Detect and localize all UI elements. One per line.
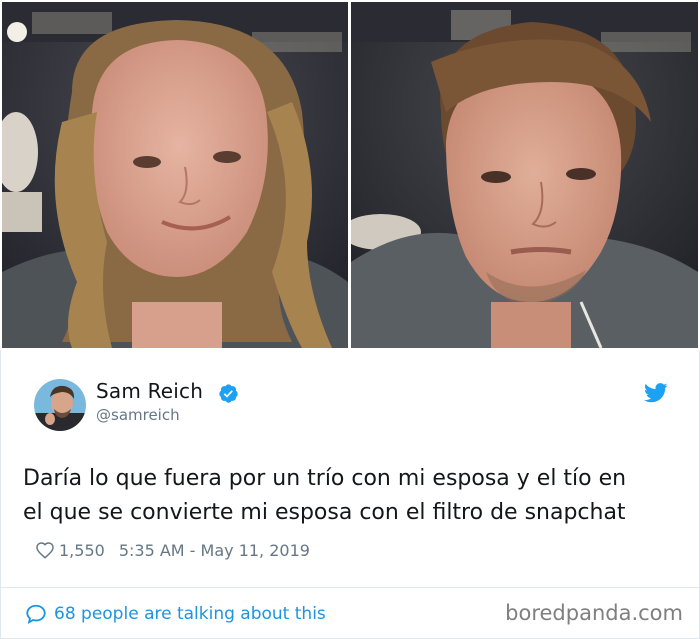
tweet-card: Sam Reich @samreich Daría lo que fuera p… [0, 350, 700, 639]
conversation-text[interactable]: 68 people are talking about this [54, 604, 326, 624]
tweet-text: Daría lo que fuera por un trío con mi es… [23, 462, 693, 530]
heart-icon[interactable] [35, 541, 55, 559]
tweet-text-line-2: el que se convierte mi esposa con el fil… [23, 500, 626, 525]
like-count[interactable]: 1,550 [59, 541, 105, 560]
handle[interactable]: @samreich [96, 406, 180, 424]
speech-bubble-icon [26, 604, 46, 625]
divider [1, 587, 699, 588]
display-name[interactable]: Sam Reich [96, 379, 203, 403]
verified-badge-icon [219, 384, 238, 403]
photo-woman [2, 2, 348, 348]
tweet-meta: 1,550 5:35 AM - May 11, 2019 [35, 539, 310, 561]
photo-collage [0, 0, 700, 350]
conversation-link[interactable]: 68 people are talking about this [25, 602, 326, 626]
tweet-text-line-1: Daría lo que fuera por un trío con mi es… [23, 466, 627, 491]
photo-man [351, 2, 698, 348]
avatar[interactable] [34, 379, 86, 431]
watermark: boredpanda.com [505, 601, 683, 625]
timestamp[interactable]: 5:35 AM - May 11, 2019 [119, 541, 310, 560]
twitter-bird-icon[interactable] [644, 383, 668, 403]
